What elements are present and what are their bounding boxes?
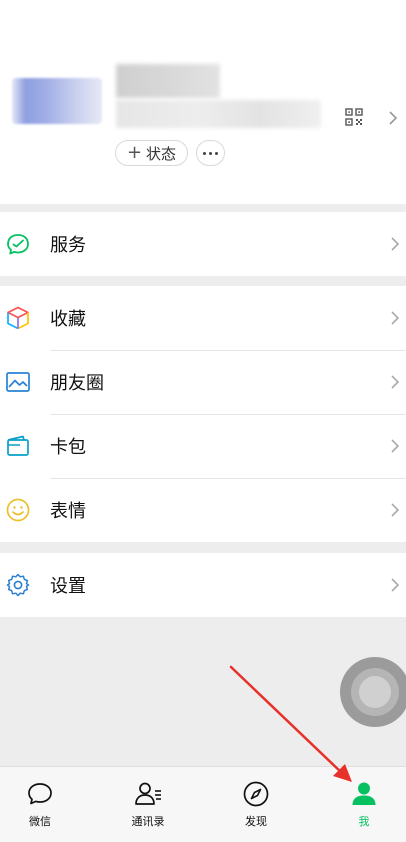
profile-chevron-right-icon[interactable] (388, 110, 398, 126)
menu-item-services[interactable]: 服务 (0, 212, 406, 276)
card-wallet-icon (7, 435, 29, 456)
chevron-right-icon (391, 578, 400, 592)
settings-section: 设置 (0, 553, 406, 617)
chevron-right-icon (391, 375, 400, 389)
more-options-button[interactable] (196, 140, 225, 166)
menu-item-stickers[interactable]: 表情 (0, 478, 406, 542)
menu-item-cards[interactable]: 卡包 (0, 414, 406, 478)
qr-code-icon[interactable] (345, 108, 363, 126)
features-section: 收藏 朋友圈 卡包 表情 (0, 286, 406, 542)
menu-item-label: 设置 (50, 576, 86, 597)
avatar[interactable] (12, 78, 102, 124)
add-status-button[interactable]: + 状态 (115, 140, 188, 166)
contacts-icon (135, 782, 161, 805)
tab-contacts[interactable]: 通讯录 (108, 779, 188, 839)
menu-item-label: 表情 (50, 501, 86, 522)
menu-item-label: 卡包 (50, 437, 86, 458)
menu-item-label: 服务 (50, 235, 86, 256)
favorites-cube-icon (7, 306, 29, 330)
dot (215, 151, 218, 155)
chevron-right-icon (391, 237, 400, 251)
compass-icon (243, 781, 269, 807)
tab-label: 发现 (245, 815, 267, 828)
gear-icon (6, 573, 30, 597)
person-icon (352, 782, 376, 805)
wechat-id-blurred (116, 100, 321, 128)
plus-icon: + (126, 142, 143, 163)
services-section: 服务 (0, 212, 406, 276)
tab-label: 通讯录 (131, 815, 165, 828)
dot (203, 151, 206, 155)
tab-label: 微信 (29, 815, 51, 828)
status-label: 状态 (146, 144, 177, 163)
chevron-right-icon (391, 503, 400, 517)
smiley-icon (6, 498, 30, 522)
tab-label: 我 (358, 815, 370, 828)
floating-button-core (359, 676, 391, 708)
floating-button-ring (351, 668, 399, 716)
menu-item-favorites[interactable]: 收藏 (0, 286, 406, 350)
nickname-blurred (116, 64, 220, 98)
profile-header[interactable]: + 状态 (0, 0, 406, 204)
tab-me[interactable]: 我 (324, 779, 404, 839)
chevron-right-icon (391, 439, 400, 453)
tab-discover[interactable]: 发现 (216, 779, 296, 839)
moments-image-icon (6, 372, 30, 392)
menu-item-label: 收藏 (50, 309, 86, 330)
chat-bubble-icon (28, 783, 52, 805)
services-icon (7, 234, 29, 255)
menu-item-moments[interactable]: 朋友圈 (0, 350, 406, 414)
tab-chats[interactable]: 微信 (0, 779, 80, 839)
dot (209, 151, 212, 155)
menu-item-settings[interactable]: 设置 (0, 553, 406, 617)
bottom-tab-bar: 微信 通讯录 发现 我 (0, 766, 406, 842)
chevron-right-icon (391, 311, 400, 325)
menu-item-label: 朋友圈 (50, 373, 104, 394)
floating-assistive-button[interactable] (340, 657, 406, 727)
